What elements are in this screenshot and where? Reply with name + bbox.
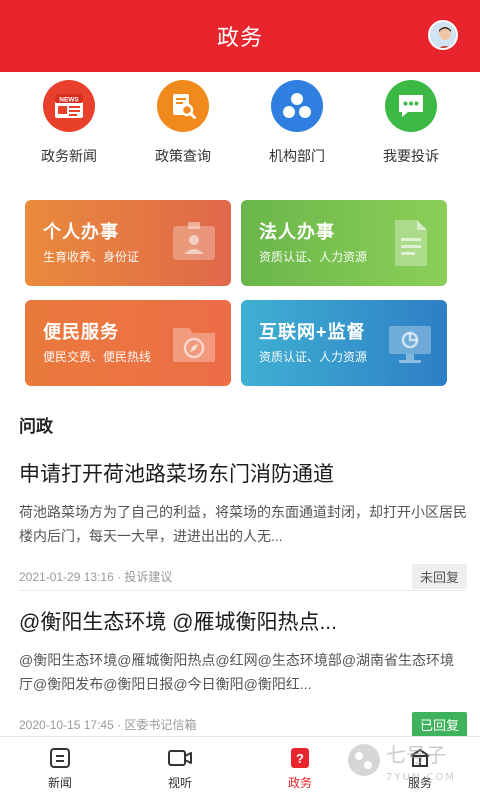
quick-links: NEWS 政务新闻 政策查询 机构部门 我要投诉 (0, 80, 480, 174)
government-tab-icon: ? (291, 748, 309, 768)
organization-icon (271, 80, 323, 132)
tab-service[interactable]: 服务 (360, 737, 480, 800)
quick-link-label: 政务新闻 (41, 148, 97, 164)
folder-compass-icon (173, 328, 215, 362)
status-badge: 已回复 (411, 712, 467, 737)
tab-label: 视听 (167, 776, 192, 790)
news-icon: NEWS (43, 80, 95, 132)
complaint-icon (385, 80, 437, 132)
monitor-icon (389, 326, 431, 363)
convenience-service-card[interactable]: 便民服务 便民交费、便民热线 (25, 300, 231, 386)
page-title: 政务 (216, 25, 263, 50)
post-meta: 2020-10-15 17:45 · 区委书记信箱 已回复 (19, 712, 467, 737)
tab-news[interactable]: 新闻 (0, 737, 120, 800)
quick-link-policy[interactable]: 政策查询 (133, 80, 233, 174)
card-subtitle: 资质认证、人力资源 (259, 250, 368, 264)
post-title: @衡阳生态环境 @雁城衡阳热点... (19, 611, 337, 634)
post-meta: 2021-01-29 13:16 · 投诉建议 未回复 (19, 564, 467, 589)
document-icon (395, 220, 427, 266)
service-tab-icon (410, 749, 430, 767)
bottom-tab-bar: 新闻 视听 ? 政务 服务 (0, 736, 480, 800)
post-timestamp-category: 2021-01-29 13:16 · 投诉建议 (19, 570, 173, 584)
quick-link-label: 政策查询 (155, 148, 211, 164)
service-cards: 个人办事 生育收养、身份证 法人办事 资质认证、人力资源 便民服务 便民交费、便… (25, 200, 447, 386)
quick-link-organization[interactable]: 机构部门 (247, 80, 347, 174)
app-header: 政务 (0, 0, 480, 72)
divider (19, 590, 467, 591)
status-badge: 未回复 (411, 564, 467, 589)
quick-link-label: 机构部门 (269, 148, 325, 164)
section-title: 问政 (19, 417, 53, 436)
post-timestamp-category: 2020-10-15 17:45 · 区委书记信箱 (19, 718, 197, 732)
tab-label: 新闻 (47, 776, 72, 790)
legal-entity-affairs-card[interactable]: 法人办事 资质认证、人力资源 (241, 200, 447, 286)
quick-link-news[interactable]: NEWS 政务新闻 (19, 80, 119, 174)
quick-link-complaint[interactable]: 我要投诉 (361, 80, 461, 174)
personal-affairs-card[interactable]: 个人办事 生育收养、身份证 (25, 200, 231, 286)
internet-supervision-card[interactable]: 互联网+监督 资质认证、人力资源 (241, 300, 447, 386)
news-icon-text: NEWS (59, 97, 79, 104)
card-subtitle: 资质认证、人力资源 (259, 350, 368, 364)
tab-label: 政务 (287, 776, 312, 790)
quick-link-label: 我要投诉 (383, 148, 439, 164)
post-body: 荷池路菜场方为了自己的利益，将菜场的东面通道封闭，却打开小区居民楼内后门，每天一… (19, 504, 467, 544)
avatar-icon (430, 22, 456, 48)
list-item[interactable]: @衡阳生态环境 @雁城衡阳热点... @衡阳生态环境@雁城衡阳热点@红网@生态环… (19, 606, 467, 737)
post-title: 申请打开荷池路菜场东门消防通道 (19, 463, 334, 486)
tab-label: 服务 (407, 776, 432, 790)
card-subtitle: 便民交费、便民热线 (43, 350, 152, 364)
user-avatar[interactable] (428, 20, 458, 50)
policy-search-icon (157, 80, 209, 132)
id-card-icon (173, 222, 215, 260)
video-tab-icon (168, 750, 192, 766)
list-item[interactable]: 申请打开荷池路菜场东门消防通道 荷池路菜场方为了自己的利益，将菜场的东面通道封闭… (19, 458, 467, 589)
card-subtitle: 生育收养、身份证 (43, 250, 140, 264)
tab-government[interactable]: ? 政务 (240, 737, 360, 800)
news-tab-icon (50, 748, 70, 768)
svg-text:?: ? (296, 751, 304, 766)
tab-video[interactable]: 视听 (120, 737, 240, 800)
post-body: @衡阳生态环境@雁城衡阳热点@红网@生态环境部@湖南省生态环境厅@衡阳发布@衡阳… (19, 652, 455, 692)
